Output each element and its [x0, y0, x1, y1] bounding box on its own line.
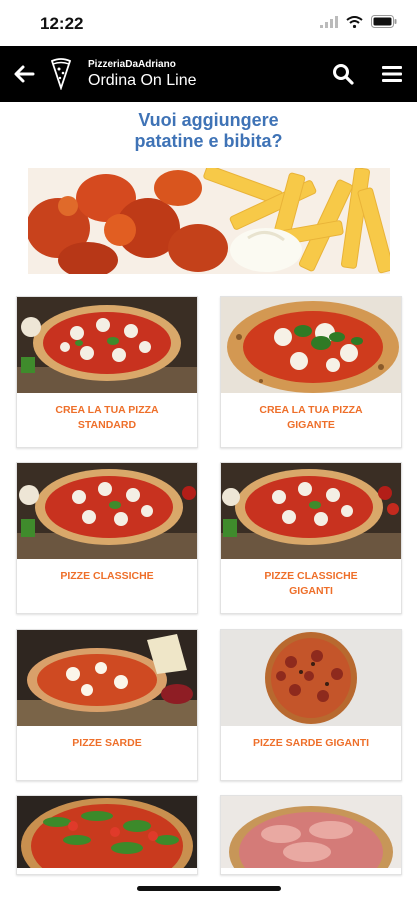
- status-icons: [320, 15, 397, 28]
- category-label: PIZZE SARDE: [72, 737, 142, 749]
- status-time: 12:22: [40, 14, 84, 33]
- pizza-prosciutto-image: [221, 796, 401, 868]
- category-card-pizze-classiche-giganti[interactable]: PIZZE CLASSICHE GIGANTI: [220, 462, 402, 614]
- brand-name: PizzeriaDaAdriano: [88, 59, 176, 70]
- status-bar: 12:22: [0, 0, 417, 46]
- hamburger-menu-icon[interactable]: [380, 62, 404, 86]
- signal-icon: [320, 15, 338, 28]
- app-screen: 12:22 PizzeriaDaAdriano Ordina On Line V…: [0, 0, 417, 900]
- pizza-basil-image: [221, 297, 401, 393]
- battery-icon: [371, 15, 397, 28]
- search-icon[interactable]: [331, 62, 355, 86]
- promo-title[interactable]: Vuoi aggiungere patatine e bibita?: [0, 110, 417, 152]
- category-card-pizze-classiche[interactable]: PIZZE CLASSICHE: [16, 462, 198, 614]
- pizza-slice-logo-icon: [50, 58, 72, 90]
- page-title: Ordina On Line: [88, 72, 197, 89]
- category-label: PIZZE CLASSICHE: [60, 570, 154, 582]
- promo-title-line2: patatine e bibita?: [134, 131, 283, 151]
- category-card-partial-2[interactable]: [220, 795, 402, 875]
- category-card-crea-pizza-standard[interactable]: CREA LA TUA PIZZA STANDARD: [16, 296, 198, 448]
- category-card-partial-1[interactable]: [16, 795, 198, 875]
- category-label: CREA LA TUA PIZZA GIGANTE: [259, 404, 363, 431]
- category-label: PIZZE SARDE GIGANTI: [252, 737, 370, 749]
- promo-banner-image[interactable]: [28, 168, 390, 274]
- app-header: PizzeriaDaAdriano Ordina On Line: [0, 46, 417, 102]
- pizza-classic-image: [17, 463, 197, 559]
- pizza-margherita-image: [17, 297, 197, 393]
- category-label: PIZZE CLASSICHE GIGANTI: [264, 570, 358, 597]
- category-card-pizze-sarde-giganti[interactable]: PIZZE SARDE GIGANTI: [220, 629, 402, 781]
- pizza-classic-giant-image: [221, 463, 401, 559]
- back-arrow-icon[interactable]: [12, 62, 36, 86]
- home-indicator[interactable]: [137, 886, 281, 891]
- pizza-arugula-image: [17, 796, 197, 868]
- promo-title-line1: Vuoi aggiungere: [138, 110, 279, 130]
- fries-and-sausage-image: [28, 168, 390, 274]
- pizza-salami-image: [221, 630, 401, 726]
- category-card-pizze-sarde[interactable]: PIZZE SARDE: [16, 629, 198, 781]
- category-label: CREA LA TUA PIZZA STANDARD: [55, 404, 159, 431]
- pizza-sarda-image: [17, 630, 197, 726]
- wifi-icon: [346, 15, 363, 28]
- category-card-crea-pizza-gigante[interactable]: CREA LA TUA PIZZA GIGANTE: [220, 296, 402, 448]
